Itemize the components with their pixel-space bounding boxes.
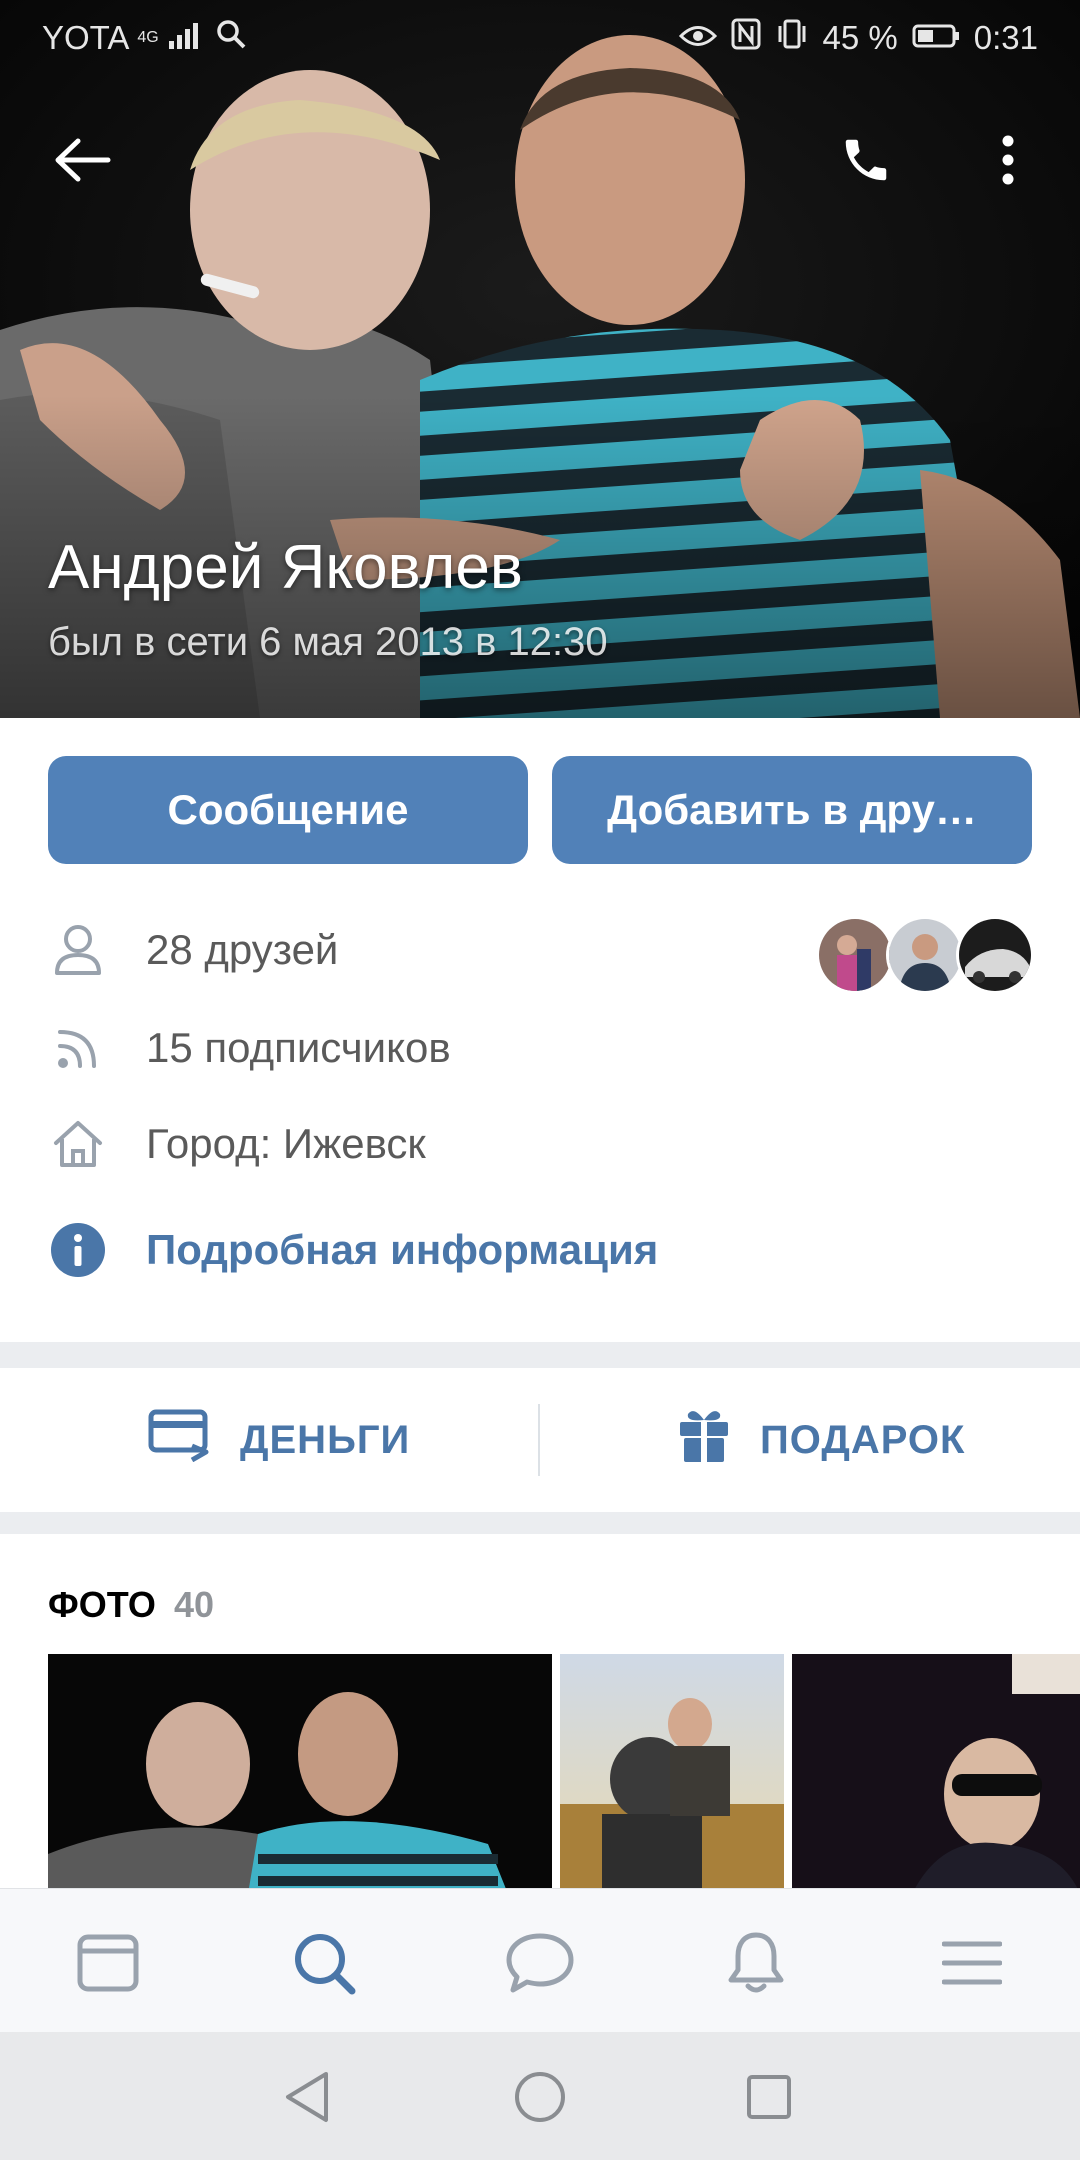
avatar <box>886 916 964 994</box>
battery-percent: 45 % <box>822 19 898 56</box>
vibrate-icon <box>775 18 809 58</box>
gift-label: ПОДАРОК <box>760 1417 966 1462</box>
message-button[interactable]: Сообщение <box>48 756 528 864</box>
tab-menu[interactable] <box>924 1915 1020 2011</box>
call-button[interactable] <box>826 120 906 200</box>
profile-cover[interactable]: YOTA 4G 45 % 0:31 Андрей Яковлев был в с… <box>0 0 1080 718</box>
photos-section: ФОТО 40 <box>0 1534 1080 1894</box>
newsfeed-icon <box>77 1934 139 1992</box>
money-button[interactable]: ДЕНЬГИ <box>148 1368 410 1512</box>
details-link: Подробная информация <box>146 1226 659 1273</box>
city-label: Город: Ижевск <box>146 1120 426 1167</box>
status-bar: YOTA 4G 45 % 0:31 <box>0 0 1080 74</box>
tab-search[interactable] <box>276 1915 372 2011</box>
network-label: 4G <box>137 29 159 46</box>
square-recents-icon <box>747 2075 791 2119</box>
eye-icon <box>678 19 717 57</box>
arrow-left-icon <box>55 138 111 182</box>
back-button[interactable] <box>42 120 122 200</box>
gift-icon <box>676 1406 732 1474</box>
triangle-back-icon <box>286 2072 328 2122</box>
photo-thumb[interactable] <box>48 1654 552 1894</box>
search-status-icon <box>215 18 247 58</box>
details-row[interactable]: Подробная информация <box>48 1210 658 1290</box>
cover-photo <box>0 0 1080 718</box>
more-button[interactable] <box>968 120 1048 200</box>
message-icon <box>506 1933 574 1993</box>
tab-news[interactable] <box>60 1915 156 2011</box>
card-icon <box>148 1408 212 1472</box>
avatar <box>816 916 894 994</box>
rss-icon <box>48 1018 108 1078</box>
add-friend-button[interactable]: Добавить в дру… <box>552 756 1032 864</box>
battery-icon <box>912 19 960 57</box>
gift-button[interactable]: ПОДАРОК <box>676 1368 965 1512</box>
profile-name: Андрей Яковлев <box>48 533 523 602</box>
photos-title[interactable]: ФОТО <box>48 1584 156 1626</box>
clock: 0:31 <box>973 19 1038 56</box>
user-icon <box>48 920 108 980</box>
city-row: Город: Ижевск <box>48 1104 426 1184</box>
profile-info-card: Сообщение Добавить в дру… 28 друзей 15 п… <box>0 718 1080 1342</box>
more-vertical-icon <box>1002 135 1014 185</box>
carrier-label: YOTA <box>42 19 130 56</box>
system-back-button[interactable] <box>272 2062 342 2132</box>
tab-messages[interactable] <box>492 1915 588 2011</box>
system-home-button[interactable] <box>505 2062 575 2132</box>
followers-row[interactable]: 15 подписчиков <box>48 1008 451 1088</box>
nfc-icon <box>731 18 761 58</box>
photo-thumb[interactable] <box>792 1654 1080 1894</box>
photo-thumb[interactable] <box>560 1654 784 1894</box>
bottom-tab-bar <box>0 1888 1080 2033</box>
phone-icon <box>845 139 887 181</box>
signal-icon <box>167 19 207 57</box>
home-icon <box>48 1114 108 1174</box>
system-navigation-bar <box>0 2032 1080 2160</box>
friends-avatars[interactable] <box>816 916 1034 994</box>
circle-home-icon <box>515 2072 565 2122</box>
system-recents-button[interactable] <box>734 2062 804 2132</box>
avatar <box>956 916 1034 994</box>
info-icon <box>48 1220 108 1280</box>
actions-card: ДЕНЬГИ ПОДАРОК <box>0 1368 1080 1512</box>
bell-icon <box>728 1932 784 1993</box>
tab-notifications[interactable] <box>708 1915 804 2011</box>
menu-icon <box>942 1941 1002 1985</box>
friends-row[interactable]: 28 друзей <box>48 910 338 990</box>
divider <box>538 1404 540 1476</box>
followers-count: 15 подписчиков <box>146 1024 451 1071</box>
last-seen: был в сети 6 мая 2013 в 12:30 <box>48 620 608 664</box>
photos-count: 40 <box>174 1584 215 1625</box>
friends-count: 28 друзей <box>146 926 339 973</box>
money-label: ДЕНЬГИ <box>240 1417 411 1462</box>
search-icon <box>295 1934 356 1995</box>
